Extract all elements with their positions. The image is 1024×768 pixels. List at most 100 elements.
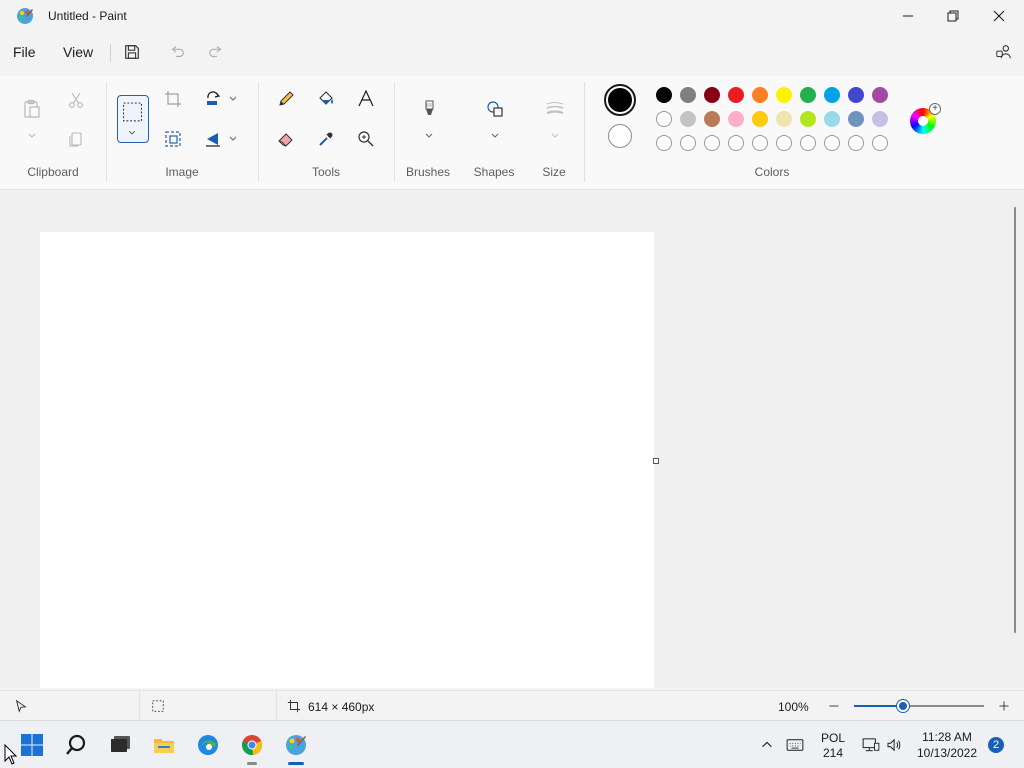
input-language-indicator[interactable]: POL 214 xyxy=(814,731,852,761)
eraser-button[interactable] xyxy=(273,126,299,152)
fill-button[interactable] xyxy=(313,86,339,112)
color-swatch[interactable] xyxy=(800,111,816,127)
shapes-icon xyxy=(487,101,503,117)
flip-button[interactable] xyxy=(200,126,226,152)
search-button[interactable] xyxy=(60,729,92,761)
custom-color-slot[interactable] xyxy=(704,135,720,151)
color-swatch[interactable] xyxy=(680,111,696,127)
menu-file[interactable]: File xyxy=(13,44,36,60)
flip-chevron-icon[interactable] xyxy=(228,134,238,144)
size-chevron-icon[interactable] xyxy=(550,131,560,141)
text-icon xyxy=(358,89,374,107)
clock[interactable]: 11:28 AM 10/13/2022 xyxy=(912,729,982,761)
color-swatch[interactable] xyxy=(848,111,864,127)
task-view-button[interactable] xyxy=(104,729,136,761)
restore-button[interactable] xyxy=(930,0,976,32)
paint-taskbar-button[interactable] xyxy=(280,729,312,765)
edit-colors-button[interactable]: + xyxy=(910,103,941,134)
menu-bar: File View xyxy=(0,34,1024,70)
color-swatch[interactable] xyxy=(728,111,744,127)
vertical-scrollbar[interactable] xyxy=(1014,207,1016,633)
secondary-color-button[interactable] xyxy=(608,124,632,148)
color-swatch[interactable] xyxy=(872,87,888,103)
primary-color-swatch xyxy=(608,88,632,112)
resize-button[interactable] xyxy=(160,126,186,152)
custom-color-slot[interactable] xyxy=(680,135,696,151)
close-button[interactable] xyxy=(976,0,1022,32)
chrome-browser-button[interactable] xyxy=(236,729,268,765)
account-button[interactable] xyxy=(994,42,1014,62)
color-swatch[interactable] xyxy=(848,87,864,103)
brushes-button[interactable] xyxy=(416,96,442,122)
edge-browser-button[interactable] xyxy=(192,729,224,761)
paste-button[interactable] xyxy=(19,96,45,122)
color-swatch[interactable] xyxy=(656,87,672,103)
brushes-chevron-icon[interactable] xyxy=(424,131,434,141)
select-button[interactable] xyxy=(117,95,149,143)
color-picker-button[interactable] xyxy=(313,126,339,152)
color-swatch[interactable] xyxy=(704,87,720,103)
zoom-in-button[interactable] xyxy=(996,698,1012,714)
title-bar: Untitled - Paint xyxy=(0,0,1024,32)
color-swatch[interactable] xyxy=(728,87,744,103)
color-swatch[interactable] xyxy=(776,111,792,127)
menu-view[interactable]: View xyxy=(63,44,93,60)
crop-icon xyxy=(165,91,181,107)
color-swatch[interactable] xyxy=(824,111,840,127)
custom-color-slot[interactable] xyxy=(848,135,864,151)
zoom-out-button[interactable] xyxy=(826,698,842,714)
redo-icon xyxy=(209,46,222,58)
crop-button[interactable] xyxy=(160,86,186,112)
clock-time: 11:28 AM xyxy=(922,730,972,744)
color-swatch[interactable] xyxy=(776,87,792,103)
color-swatch[interactable] xyxy=(824,87,840,103)
text-button[interactable] xyxy=(353,86,379,112)
volume-button[interactable] xyxy=(885,735,905,755)
undo-button[interactable] xyxy=(167,42,187,62)
language-code: POL xyxy=(820,731,845,745)
color-swatch[interactable] xyxy=(680,87,696,103)
magnifier-button[interactable] xyxy=(353,126,379,152)
size-button[interactable] xyxy=(542,96,568,122)
shapes-button[interactable] xyxy=(482,96,508,122)
zoom-slider-thumb[interactable] xyxy=(897,700,910,712)
canvas-size-text: 614 × 460px xyxy=(308,700,375,714)
folder-icon xyxy=(154,739,174,753)
cut-button[interactable] xyxy=(63,87,89,113)
copy-button[interactable] xyxy=(63,126,89,152)
start-button[interactable] xyxy=(16,729,48,761)
color-swatch[interactable] xyxy=(752,111,768,127)
color-swatch[interactable] xyxy=(704,111,720,127)
custom-color-slot[interactable] xyxy=(824,135,840,151)
canvas-resize-handle[interactable] xyxy=(653,458,659,464)
show-hidden-icons-button[interactable] xyxy=(757,735,777,755)
custom-color-slot[interactable] xyxy=(776,135,792,151)
custom-color-slot[interactable] xyxy=(656,135,672,151)
color-swatch[interactable] xyxy=(800,87,816,103)
zoom-slider[interactable] xyxy=(854,700,984,712)
rotate-chevron-icon[interactable] xyxy=(228,94,238,104)
shapes-chevron-icon[interactable] xyxy=(490,131,500,141)
pencil-button[interactable] xyxy=(273,86,299,112)
color-swatch[interactable] xyxy=(872,111,888,127)
network-button[interactable] xyxy=(861,735,881,755)
paste-options-chevron-icon[interactable] xyxy=(27,131,37,141)
redo-button[interactable] xyxy=(206,42,226,62)
file-explorer-button[interactable] xyxy=(148,729,180,761)
primary-color-button[interactable] xyxy=(604,84,636,116)
color-swatch[interactable] xyxy=(752,87,768,103)
drawing-canvas[interactable] xyxy=(40,232,654,688)
custom-color-slot[interactable] xyxy=(800,135,816,151)
custom-color-slot[interactable] xyxy=(728,135,744,151)
magnifier-icon xyxy=(358,131,374,147)
account-icon xyxy=(996,45,1011,59)
custom-color-slot[interactable] xyxy=(752,135,768,151)
zoom-level[interactable]: 100% xyxy=(778,700,809,714)
color-swatch[interactable] xyxy=(656,111,672,127)
notification-badge[interactable]: 2 xyxy=(988,737,1004,753)
touch-keyboard-button[interactable] xyxy=(785,735,805,755)
save-button[interactable] xyxy=(122,42,142,62)
rotate-button[interactable] xyxy=(200,86,226,112)
minimize-button[interactable] xyxy=(885,0,931,32)
custom-color-slot[interactable] xyxy=(872,135,888,151)
